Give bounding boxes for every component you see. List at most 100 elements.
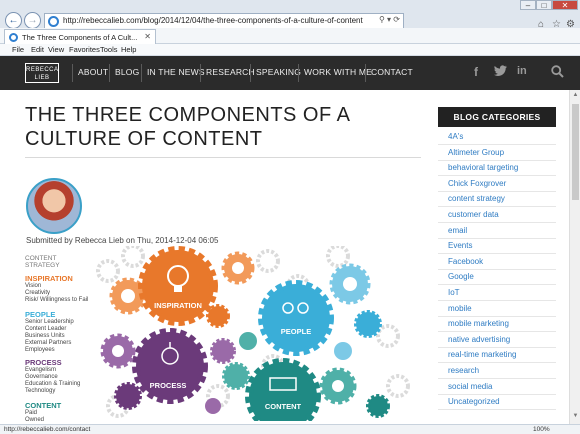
section-people-title: PEOPLE <box>25 310 56 319</box>
menu-tools[interactable]: Tools <box>100 45 118 54</box>
category-link[interactable]: Google <box>448 272 568 281</box>
category-divider <box>438 393 556 395</box>
category-link[interactable]: email <box>448 226 568 235</box>
minimize-button[interactable]: – <box>520 0 536 10</box>
close-button[interactable]: ✕ <box>552 0 578 10</box>
category-link[interactable]: Uncategorized <box>448 397 568 406</box>
vertical-scrollbar[interactable]: ▲ ▼ <box>569 90 580 424</box>
ie-icon <box>48 16 59 27</box>
section-item: Owned <box>25 417 45 423</box>
tab-strip: The Three Components of A Cult... ✕ <box>0 28 580 44</box>
category-divider <box>438 144 556 145</box>
section-item: Paid <box>25 410 38 416</box>
status-url: http://rebeccalieb.com/contact <box>4 426 91 433</box>
logo-line1: REBECCA <box>26 67 59 73</box>
page-title: THE THREE COMPONENTS OF A CULTURE OF CON… <box>25 104 350 150</box>
category-link[interactable]: mobile <box>448 304 568 313</box>
menu-favorites[interactable]: Favorites <box>69 45 100 54</box>
browser-tab[interactable]: The Three Components of A Cult... ✕ <box>4 29 156 44</box>
twitter-icon[interactable] <box>494 65 507 80</box>
category-link[interactable]: customer data <box>448 210 568 219</box>
menu-edit[interactable]: Edit <box>31 45 44 54</box>
gear-label-content: CONTENT <box>265 402 302 411</box>
forward-button[interactable]: → <box>24 12 41 29</box>
category-link[interactable]: Altimeter Group <box>448 148 568 157</box>
search-icon[interactable] <box>551 65 564 81</box>
nav-divider <box>141 64 142 82</box>
zoom-level[interactable]: 100% <box>533 426 550 433</box>
section-inspiration-title: INSPIRATION <box>25 274 73 283</box>
gears-infographic: INSPIRATION PEOPLE PROCESS CONTENT <box>96 246 410 421</box>
category-link[interactable]: content strategy <box>448 194 568 203</box>
gear-label-people: PEOPLE <box>281 327 311 336</box>
nav-research[interactable]: RESEARCH <box>206 67 255 77</box>
section-item: Technology <box>25 388 56 394</box>
site-logo[interactable]: REBECCA LIEB <box>25 63 59 83</box>
section-item: Senior Leadership <box>25 319 74 325</box>
linkedin-icon[interactable]: in <box>517 65 527 77</box>
category-divider <box>438 284 556 286</box>
address-bar[interactable]: http://rebeccalieb.com/blog/2014/12/04/t… <box>44 13 404 29</box>
section-item: Governance <box>25 374 58 380</box>
infographic-heading: CONTENT STRATEGY <box>25 255 60 269</box>
gear-label-inspiration: INSPIRATION <box>154 301 202 310</box>
category-link[interactable]: 4A's <box>448 132 568 141</box>
scroll-thumb[interactable] <box>572 104 579 200</box>
facebook-icon[interactable]: f <box>474 65 478 79</box>
category-divider <box>438 159 556 161</box>
category-link[interactable]: research <box>448 366 568 375</box>
nav-divider <box>298 64 299 82</box>
menu-help[interactable]: Help <box>121 45 136 54</box>
submitted-byline: Submitted by Rebecca Lieb on Thu, 2014-1… <box>26 236 219 245</box>
category-divider <box>438 175 556 177</box>
nav-blog[interactable]: BLOG <box>115 67 139 77</box>
category-link[interactable]: native advertising <box>448 335 568 344</box>
category-divider <box>438 362 556 364</box>
category-divider <box>438 253 556 255</box>
category-divider <box>438 331 556 333</box>
address-tools[interactable]: ⚲ ▾ ⟳ <box>379 15 400 24</box>
section-item: Risk/ Willingness to Fail <box>25 297 89 303</box>
category-link[interactable]: social media <box>448 382 568 391</box>
section-item: Education & Training <box>25 381 81 387</box>
category-divider <box>438 300 556 301</box>
scroll-down-icon[interactable]: ▼ <box>571 413 580 422</box>
magnifier-shape <box>551 65 564 78</box>
nav-divider <box>109 64 110 82</box>
category-link[interactable]: Facebook <box>448 257 568 266</box>
menu-view[interactable]: View <box>48 45 64 54</box>
category-link[interactable]: Chick Foxgrover <box>448 179 568 188</box>
nav-in-the-news[interactable]: IN THE NEWS <box>147 67 205 77</box>
section-process-title: PROCESS <box>25 358 62 367</box>
tab-close-icon[interactable]: ✕ <box>144 32 151 41</box>
title-divider <box>25 157 421 158</box>
nav-contact[interactable]: CONTACT <box>371 67 413 77</box>
category-divider <box>438 206 556 208</box>
section-content-title: CONTENT <box>25 401 62 410</box>
nav-divider <box>200 64 201 82</box>
nav-divider <box>365 64 366 82</box>
category-link[interactable]: mobile marketing <box>448 319 568 328</box>
category-link[interactable]: real-time marketing <box>448 350 568 359</box>
twitter-bird-shape <box>494 65 507 76</box>
nav-divider <box>250 64 251 82</box>
section-item: Business Units <box>25 333 65 339</box>
section-item: Creativity <box>25 290 51 296</box>
section-item: Content Leader <box>25 326 67 332</box>
address-url[interactable]: http://rebeccalieb.com/blog/2014/12/04/t… <box>63 16 363 25</box>
nav-about[interactable]: ABOUT <box>78 67 108 77</box>
nav-work-with-me[interactable]: WORK WITH ME <box>304 67 372 77</box>
avatar <box>26 178 82 234</box>
status-bar: http://rebeccalieb.com/contact 100% <box>0 424 580 434</box>
back-button[interactable]: ← <box>5 12 22 29</box>
category-link[interactable]: behavioral targeting <box>448 163 568 172</box>
menu-file[interactable]: File <box>12 45 24 54</box>
nav-speaking[interactable]: SPEAKING <box>256 67 301 77</box>
category-link[interactable]: Events <box>448 241 568 250</box>
scroll-up-icon[interactable]: ▲ <box>571 92 580 101</box>
section-item: Employees <box>25 347 55 353</box>
maximize-button[interactable]: □ <box>536 0 552 10</box>
category-divider <box>438 409 556 411</box>
category-link[interactable]: IoT <box>448 288 568 297</box>
category-divider <box>438 378 556 379</box>
